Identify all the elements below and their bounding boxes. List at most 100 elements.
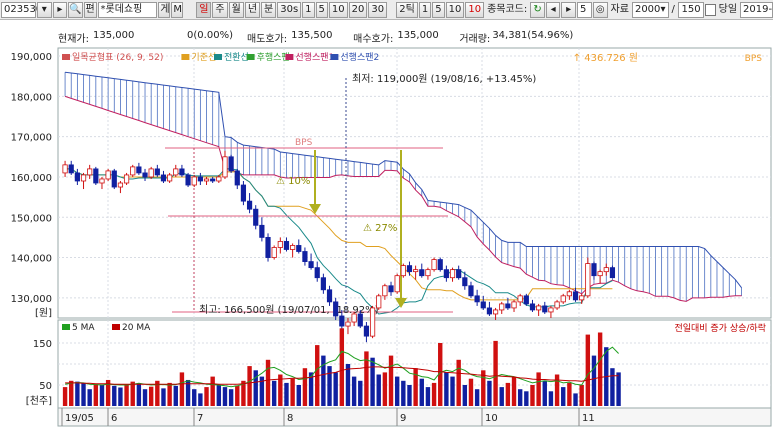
volume-bar — [530, 385, 535, 406]
volume-bar — [284, 382, 289, 406]
candle-body — [591, 263, 597, 277]
candle-body — [449, 269, 456, 279]
volume-bar — [591, 355, 597, 406]
x-axis-label: 19/05 — [65, 413, 94, 424]
legend-label: 후행스팬 — [257, 51, 290, 63]
price-panel-frame — [57, 47, 772, 319]
volume-bar — [228, 389, 234, 406]
volume-bar — [216, 385, 222, 406]
candle-body — [603, 267, 609, 273]
candle-body — [462, 277, 468, 287]
candle-body — [283, 241, 290, 250]
candle-body — [320, 277, 326, 291]
candle-body — [259, 224, 265, 238]
volume-bar — [376, 374, 381, 406]
candle-body — [302, 251, 308, 262]
candle-body — [105, 170, 111, 180]
volume-bar — [456, 359, 461, 406]
candle-body — [542, 305, 548, 313]
candle-body — [511, 301, 517, 309]
volume-bar — [468, 378, 474, 406]
candle-body — [437, 259, 443, 271]
volume-bar — [542, 380, 547, 406]
candle-body — [554, 301, 560, 309]
volume-bar — [161, 388, 166, 406]
candle-body — [499, 303, 505, 311]
candle-body — [456, 269, 462, 279]
legend-swatch — [181, 54, 190, 60]
volume-bar — [333, 372, 338, 406]
candle-body — [382, 285, 388, 297]
volume-bar — [401, 380, 406, 406]
high-annotation: 최저: 119,000원 (19/08/16, +13.45%) — [352, 73, 536, 85]
candle-body — [80, 174, 87, 182]
volume-bar — [450, 376, 455, 406]
volume-bar — [112, 385, 117, 406]
volume-bar — [431, 382, 437, 406]
candle-body — [523, 295, 529, 305]
bps-line-label: BPS — [295, 138, 313, 148]
candle-body — [536, 305, 542, 311]
candle-body — [160, 174, 167, 182]
max-price-label: ↑ 436.726 원 — [573, 52, 638, 64]
candle-body — [296, 245, 302, 252]
candle-body — [609, 267, 616, 279]
candle-body — [345, 321, 351, 327]
volume-bar — [536, 372, 541, 406]
price-tick-label: 180,000 — [11, 92, 52, 103]
stock-chart[interactable]: ⚠ 10% ⚠ 27% BPS 최저: 119,000원 (19/08/16, +13… — [0, 0, 773, 427]
candle-body — [167, 174, 173, 182]
candle-body — [173, 168, 179, 176]
candle-body — [68, 164, 74, 174]
candle-body — [185, 174, 191, 186]
candle-body — [369, 307, 376, 337]
volume-bar — [610, 368, 615, 406]
legend-swatch — [62, 54, 70, 60]
candle-body — [216, 176, 222, 182]
volume-bar — [339, 328, 345, 406]
volume-bar — [561, 387, 566, 406]
candle-body — [314, 267, 320, 279]
candle-body — [271, 247, 277, 258]
volume-bar — [474, 389, 480, 406]
candle-body — [572, 291, 579, 301]
volume-bar — [425, 387, 431, 406]
candle-body — [197, 176, 203, 182]
candle-body — [394, 275, 400, 293]
candle-body — [290, 245, 296, 250]
candle-body — [234, 170, 240, 186]
price-tick-label: 160,000 — [11, 173, 52, 184]
candle-body — [191, 176, 197, 186]
candle-body — [413, 269, 419, 273]
candle-body — [222, 156, 228, 178]
volume-bar — [290, 378, 295, 406]
volume-bar — [62, 387, 68, 406]
volume-bar — [81, 382, 86, 406]
candle-body — [117, 182, 124, 188]
volume-bar — [511, 376, 517, 406]
volume-bar — [579, 385, 584, 406]
volume-bar — [358, 380, 363, 406]
volume-bar — [321, 355, 326, 406]
volume-bar — [597, 332, 603, 406]
candle-body — [74, 172, 80, 182]
legend-label: 기준선 — [191, 52, 216, 63]
volume-bar — [419, 378, 424, 406]
volume-bar — [505, 382, 511, 406]
volume-bar — [382, 372, 388, 406]
volume-bar — [554, 374, 560, 406]
volume-tick-label: 150 — [33, 339, 52, 350]
volume-unit-label: [천주] — [26, 395, 52, 407]
candle-body — [486, 307, 493, 315]
candle-body — [240, 184, 247, 202]
volume-bar — [75, 381, 80, 406]
leading-span2-line — [65, 71, 742, 289]
price-tick-label: 130,000 — [11, 294, 52, 305]
price-unit-label: [원] — [35, 307, 52, 319]
pct-up-label: ⚠ 27% — [363, 223, 397, 234]
legend-label: 선행스팬2 — [340, 51, 379, 63]
volume-bar — [142, 389, 148, 406]
volume-bar — [222, 387, 228, 406]
volume-bar — [394, 376, 400, 406]
volume-legend-label: 20 MA — [122, 323, 151, 333]
